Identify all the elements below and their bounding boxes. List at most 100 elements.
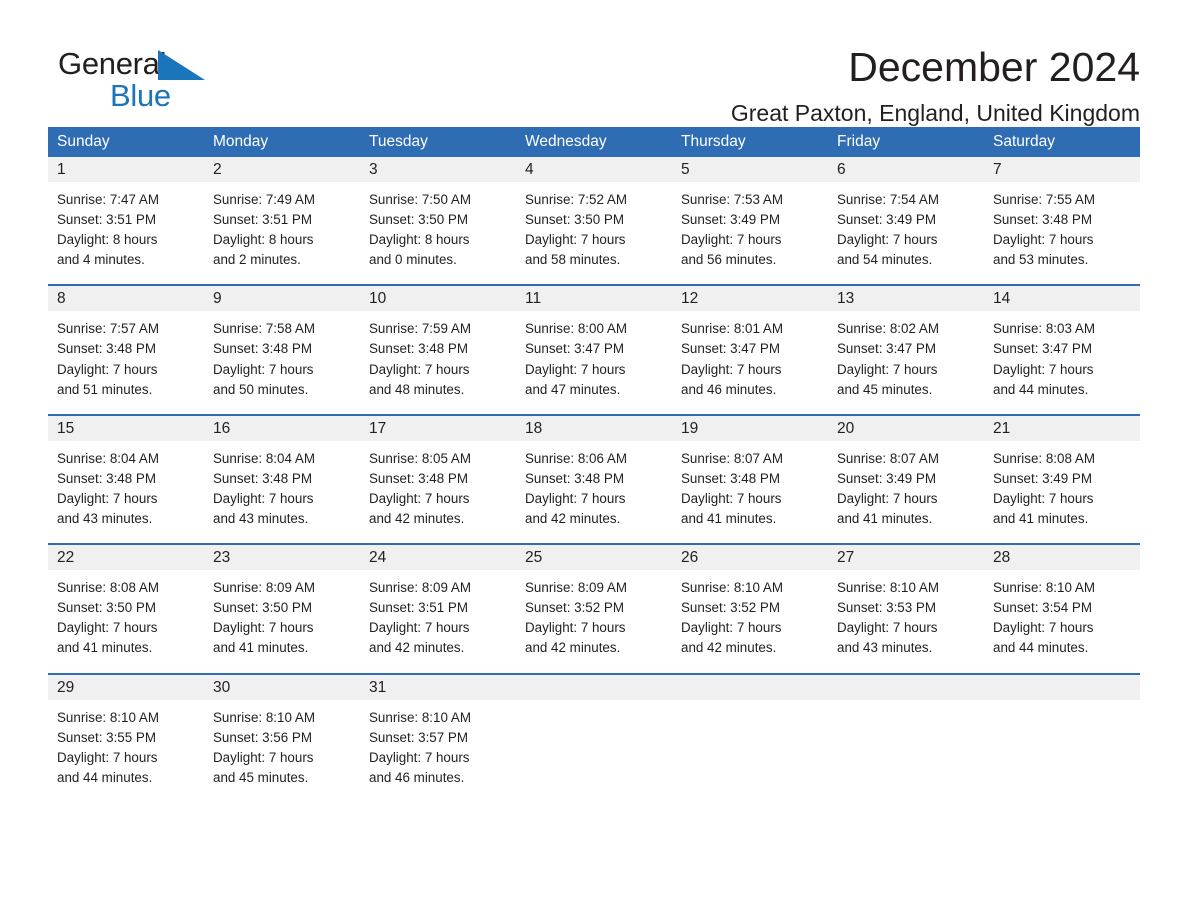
day-detail-line: Sunrise: 8:10 AM [369,709,471,725]
day-detail-line: Sunset: 3:50 PM [369,212,468,228]
day-cell[interactable]: 16 Sunrise: 8:04 AM Sunset: 3:48 PM Dayligh… [204,415,360,530]
day-detail-line: and 53 minutes. [993,252,1089,268]
day-cell[interactable]: 1 Sunrise: 7:47 AM Sunset: 3:51 PM Daylight… [48,157,204,271]
day-cell[interactable]: 31 Sunrise: 8:10 AM Sunset: 3:57 PM Dayligh… [360,674,516,788]
day-details: Sunrise: 8:03 AM Sunset: 3:47 PM Daylight:… [984,311,1140,399]
day-detail-line: Daylight: 8 hours [57,232,158,248]
day-details: Sunrise: 8:10 AM Sunset: 3:56 PM Daylight:… [204,700,360,788]
day-cell[interactable]: 17 Sunrise: 8:05 AM Sunset: 3:48 PM Dayligh… [360,415,516,530]
day-cell[interactable]: 19 Sunrise: 8:07 AM Sunset: 3:48 PM Dayligh… [672,415,828,530]
day-cell[interactable]: 4 Sunrise: 7:52 AM Sunset: 3:50 PM Daylight… [516,157,672,271]
day-number-band: 21 [984,415,1140,441]
day-number-band: 3 [360,157,516,182]
day-details: Sunrise: 8:09 AM Sunset: 3:51 PM Daylight:… [360,570,516,658]
day-number-band: 16 [204,415,360,441]
day-cell[interactable]: 3 Sunrise: 7:50 AM Sunset: 3:50 PM Daylight… [360,157,516,271]
day-number: 26 [681,549,699,567]
day-cell[interactable]: 18 Sunrise: 8:06 AM Sunset: 3:48 PM Dayligh… [516,415,672,530]
day-cell[interactable]: 25 Sunrise: 8:09 AM Sunset: 3:52 PM Dayligh… [516,545,672,659]
day-cell[interactable]: 22 Sunrise: 8:08 AM Sunset: 3:50 PM Dayligh… [48,545,204,659]
day-detail-line: and 45 minutes. [213,769,309,785]
day-details: Sunrise: 8:02 AM Sunset: 3:47 PM Daylight:… [828,311,984,399]
calendar-week-row: 15 Sunrise: 8:04 AM Sunset: 3:48 PM Dayligh… [48,413,1140,530]
day-cell[interactable]: 30 Sunrise: 8:10 AM Sunset: 3:56 PM Dayligh… [204,674,360,788]
day-detail-line: Sunset: 3:48 PM [369,470,468,486]
day-detail-line: Daylight: 8 hours [369,232,470,248]
day-detail-line: Sunrise: 8:10 AM [993,580,1095,596]
day-number-band: 18 [516,415,672,441]
day-number: 17 [369,419,387,437]
day-number: 18 [525,419,543,437]
day-detail-line: and 42 minutes. [369,511,465,527]
day-detail-line: and 42 minutes. [681,640,777,656]
day-cell[interactable]: 15 Sunrise: 8:04 AM Sunset: 3:48 PM Dayligh… [48,415,204,530]
day-details: Sunrise: 7:59 AM Sunset: 3:48 PM Daylight:… [360,311,516,399]
day-cell[interactable]: 10 Sunrise: 7:59 AM Sunset: 3:48 PM Dayligh… [360,286,516,400]
day-details: Sunrise: 7:52 AM Sunset: 3:50 PM Daylight:… [516,182,672,270]
day-cell[interactable]: 20 Sunrise: 8:07 AM Sunset: 3:49 PM Dayligh… [828,415,984,530]
day-cell[interactable]: 9 Sunrise: 7:58 AM Sunset: 3:48 PM Daylight… [204,286,360,400]
day-details: Sunrise: 8:10 AM Sunset: 3:57 PM Daylight:… [360,700,516,788]
day-detail-line: Sunset: 3:48 PM [993,212,1092,228]
day-detail-line: Sunset: 3:48 PM [57,341,156,357]
day-detail-line: Sunset: 3:56 PM [213,729,312,745]
day-number-band: 11 [516,286,672,312]
day-detail-line: Sunset: 3:53 PM [837,600,936,616]
week-days: 15 Sunrise: 8:04 AM Sunset: 3:48 PM Dayligh… [48,415,1140,530]
day-detail-line: Sunset: 3:47 PM [525,341,624,357]
day-cell[interactable]: 27 Sunrise: 8:10 AM Sunset: 3:53 PM Dayligh… [828,545,984,659]
day-detail-line: Sunrise: 8:04 AM [213,450,315,466]
day-detail-line: and 43 minutes. [837,640,933,656]
day-number-band: 14 [984,286,1140,312]
day-detail-line: Daylight: 7 hours [525,232,626,248]
day-cell[interactable]: 14 Sunrise: 8:03 AM Sunset: 3:47 PM Dayligh… [984,286,1140,400]
day-number-band: 29 [48,674,204,700]
day-details: Sunrise: 8:10 AM Sunset: 3:54 PM Daylight:… [984,570,1140,658]
calendar-week-row: 29 Sunrise: 8:10 AM Sunset: 3:55 PM Dayligh… [48,672,1140,788]
day-number: 8 [57,290,66,308]
day-detail-line: Daylight: 7 hours [213,361,314,377]
day-number: 21 [993,419,1011,437]
day-details: Sunrise: 8:04 AM Sunset: 3:48 PM Daylight:… [204,441,360,529]
day-cell[interactable]: 28 Sunrise: 8:10 AM Sunset: 3:54 PM Dayligh… [984,545,1140,659]
day-detail-line: and 43 minutes. [213,511,309,527]
day-number-band: 15 [48,415,204,441]
day-detail-line: and 44 minutes. [993,640,1089,656]
day-number: 13 [837,290,855,308]
day-detail-line: Sunset: 3:49 PM [837,470,936,486]
day-detail-line: Daylight: 7 hours [993,490,1094,506]
day-number: 25 [525,549,543,567]
day-number-band: 8 [48,286,204,312]
day-detail-line: Daylight: 7 hours [681,232,782,248]
day-detail-line: Sunrise: 8:09 AM [213,580,315,596]
day-cell[interactable]: 5 Sunrise: 7:53 AM Sunset: 3:49 PM Daylight… [672,157,828,271]
day-detail-line: Sunrise: 7:59 AM [369,321,471,337]
day-detail-line: Sunrise: 7:53 AM [681,192,783,207]
day-number-band: 31 [360,674,516,700]
day-detail-line: Sunrise: 8:09 AM [525,580,627,596]
day-detail-line: Sunset: 3:57 PM [369,729,468,745]
day-detail-line: Sunrise: 8:09 AM [369,580,471,596]
day-cell[interactable]: 8 Sunrise: 7:57 AM Sunset: 3:48 PM Daylight… [48,286,204,400]
calendar-week-row: 1 Sunrise: 7:47 AM Sunset: 3:51 PM Daylight… [48,157,1140,271]
day-detail-line: Daylight: 7 hours [993,361,1094,377]
day-detail-line: Sunset: 3:52 PM [525,600,624,616]
day-cell[interactable]: 26 Sunrise: 8:10 AM Sunset: 3:52 PM Dayligh… [672,545,828,659]
day-cell[interactable]: 6 Sunrise: 7:54 AM Sunset: 3:49 PM Daylight… [828,157,984,271]
day-cell[interactable]: 29 Sunrise: 8:10 AM Sunset: 3:55 PM Dayligh… [48,674,204,788]
day-cell[interactable]: 13 Sunrise: 8:02 AM Sunset: 3:47 PM Dayligh… [828,286,984,400]
day-cell[interactable]: 7 Sunrise: 7:55 AM Sunset: 3:48 PM Daylight… [984,157,1140,271]
day-cell[interactable]: 24 Sunrise: 8:09 AM Sunset: 3:51 PM Dayligh… [360,545,516,659]
day-detail-line: Sunset: 3:50 PM [57,600,156,616]
day-detail-line: Sunrise: 8:07 AM [681,450,783,466]
day-details: Sunrise: 8:05 AM Sunset: 3:48 PM Daylight:… [360,441,516,529]
day-cell[interactable]: 12 Sunrise: 8:01 AM Sunset: 3:47 PM Dayligh… [672,286,828,400]
day-detail-line: and 58 minutes. [525,252,621,268]
day-cell[interactable]: 21 Sunrise: 8:08 AM Sunset: 3:49 PM Dayligh… [984,415,1140,530]
day-number-band [828,674,984,700]
day-cell[interactable]: 11 Sunrise: 8:00 AM Sunset: 3:47 PM Dayligh… [516,286,672,400]
day-detail-line: Sunset: 3:49 PM [837,212,936,228]
day-details: Sunrise: 8:08 AM Sunset: 3:50 PM Daylight:… [48,570,204,658]
day-cell[interactable]: 23 Sunrise: 8:09 AM Sunset: 3:50 PM Dayligh… [204,545,360,659]
day-cell[interactable]: 2 Sunrise: 7:49 AM Sunset: 3:51 PM Daylight… [204,157,360,271]
